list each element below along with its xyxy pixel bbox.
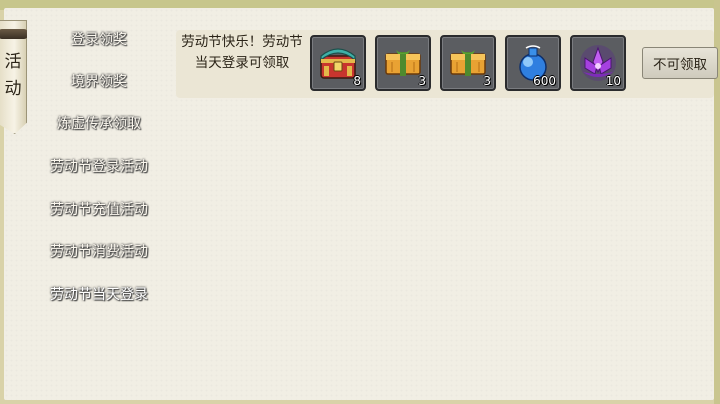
menu-item-label: 劳动节当天登录	[50, 287, 148, 303]
menu-item-label: 登录领奖	[71, 32, 127, 48]
reward-slot[interactable]: 3	[375, 35, 431, 91]
menu-item-label: 炼虚传承领取	[57, 116, 141, 132]
reward-count: 8	[353, 74, 361, 88]
reward-slot[interactable]: 8	[310, 35, 366, 91]
claim-button[interactable]: 不可领取	[642, 47, 718, 79]
menu-item-labor-day-spending[interactable]: 劳动节消费活动	[34, 237, 164, 265]
reward-slot[interactable]: 600	[505, 35, 561, 91]
menu-item-login-reward[interactable]: 登录领奖	[34, 25, 164, 53]
reward-description: 劳动节快乐！劳动节当天登录可领取	[181, 34, 303, 71]
activity-scroll-tab: 活动	[0, 20, 27, 134]
menu-item-label: 境界领奖	[71, 74, 127, 90]
reward-slot[interactable]: 10	[570, 35, 626, 91]
reward-slot[interactable]: 3	[440, 35, 496, 91]
reward-count: 3	[483, 74, 491, 88]
reward-row: 劳动节快乐！劳动节当天登录可领取 8 3 3 600 10 不可领取	[176, 30, 718, 98]
menu-item-labor-day-same-day-login[interactable]: 劳动节当天登录	[34, 280, 164, 308]
menu-item-labor-day-recharge[interactable]: 劳动节充值活动	[34, 195, 164, 223]
scroll-rod-icon	[0, 29, 27, 39]
menu-item-label: 劳动节充值活动	[50, 202, 148, 218]
scroll-title: 活动	[4, 52, 22, 99]
reward-count: 3	[418, 74, 426, 88]
menu-item-label: 劳动节消费活动	[50, 244, 148, 260]
activity-menu: 登录领奖 境界领奖 炼虚传承领取 劳动节登录活动 劳动节充值活动 劳动节消费活动…	[34, 0, 164, 404]
reward-count: 600	[533, 74, 556, 88]
menu-item-lianxu-inheritance[interactable]: 炼虚传承领取	[34, 109, 164, 137]
reward-count: 10	[605, 74, 621, 88]
menu-item-label: 劳动节登录活动	[50, 159, 148, 175]
menu-item-labor-day-login[interactable]: 劳动节登录活动	[34, 152, 164, 180]
menu-item-realm-reward[interactable]: 境界领奖	[34, 67, 164, 95]
